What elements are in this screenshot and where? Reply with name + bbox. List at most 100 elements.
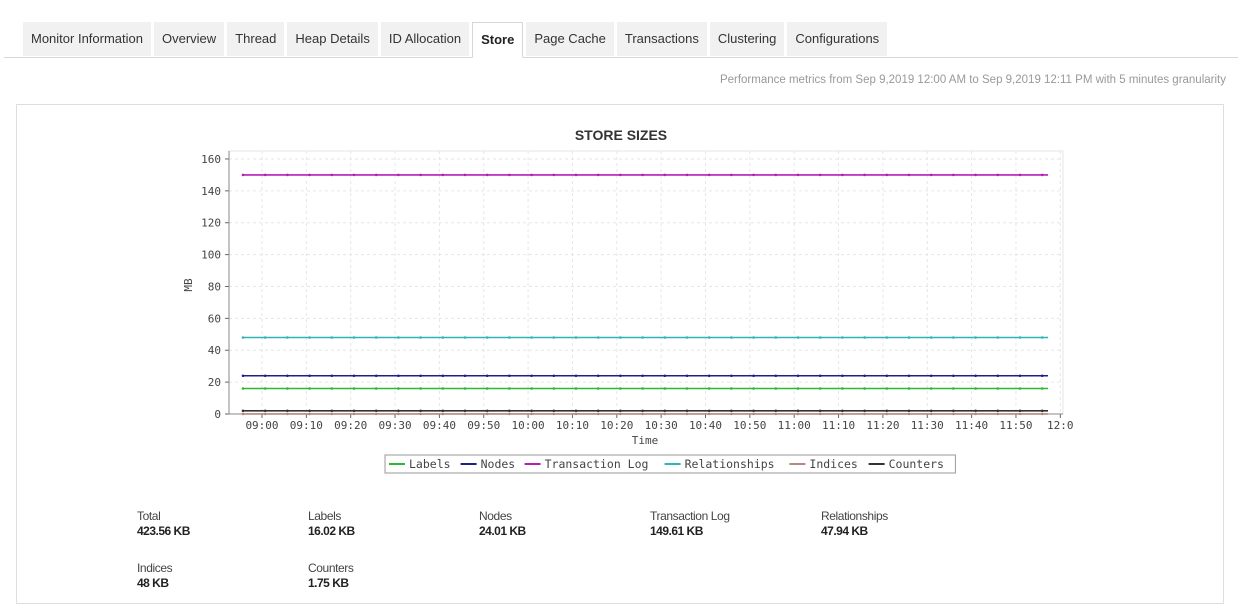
series-point [685, 409, 689, 413]
series-point [352, 412, 356, 416]
stat-label: Nodes [479, 509, 512, 523]
stat-label: Transaction Log [650, 509, 730, 523]
tab-list: Monitor Information Overview Thread Heap… [23, 22, 890, 58]
stat-value: 1.75 KB [308, 576, 349, 590]
series-point [752, 409, 755, 413]
series-point [419, 173, 422, 177]
chart-legend: Labels Nodes Transaction Log Relationships I… [384, 454, 956, 474]
series-point [419, 412, 422, 416]
series-point [707, 336, 711, 339]
series-point [286, 336, 289, 339]
series-point [463, 409, 467, 413]
legend-label: Counters [889, 457, 944, 471]
series-point [952, 336, 955, 339]
series-point [841, 374, 844, 378]
series-point [996, 336, 1000, 339]
series-point [596, 336, 600, 339]
x-tick-label: 09:00 [245, 419, 278, 432]
series-point [863, 336, 866, 339]
series-point [863, 409, 866, 413]
chart-series [241, 173, 1048, 416]
tab-monitor-information[interactable]: Monitor Information [23, 22, 151, 56]
series-point [508, 173, 511, 177]
stat-label: Indices [137, 561, 173, 575]
stat-transaction-log: Transaction Log 149.61 KB [650, 509, 820, 538]
series-point [707, 409, 711, 413]
series-point [841, 173, 844, 177]
series-point [485, 387, 489, 390]
series-point [974, 173, 977, 177]
tab-clustering[interactable]: Clustering [709, 22, 785, 56]
series-point [907, 173, 911, 177]
series-point [1040, 336, 1044, 339]
series-point [818, 336, 822, 339]
series-point [1018, 409, 1022, 413]
series-point [596, 412, 600, 416]
x-tick-label: 11:00 [778, 419, 811, 432]
tab-page-cache[interactable]: Page Cache [526, 22, 614, 56]
series-point [241, 374, 245, 378]
series-point [508, 336, 511, 339]
series-point [841, 387, 844, 390]
series-point [774, 412, 778, 416]
stat-value: 16.02 KB [308, 524, 355, 538]
x-tick-label: 09:40 [423, 419, 456, 432]
series-point [330, 387, 334, 390]
x-tick-label: 09:10 [290, 419, 323, 432]
series-point [752, 412, 755, 416]
series-point [419, 409, 422, 413]
series-point [374, 336, 378, 339]
series-point [730, 409, 733, 413]
series-point [885, 412, 889, 416]
series-point [263, 409, 267, 413]
y-tick-label: 140 [201, 185, 221, 198]
stat-labels: Labels 16.02 KB [308, 509, 478, 538]
series-point [619, 173, 622, 177]
series-point [974, 387, 977, 390]
tab-id-allocation[interactable]: ID Allocation [380, 22, 470, 56]
series-point [330, 374, 334, 378]
y-tick-label: 20 [208, 376, 221, 389]
series-point [885, 374, 889, 378]
tab-thread[interactable]: Thread [227, 22, 285, 56]
stat-nodes: Nodes 24.01 KB [479, 509, 649, 538]
series-point [330, 336, 334, 339]
series-point [841, 409, 844, 413]
tab-store[interactable]: Store [472, 22, 524, 58]
series-point [774, 374, 778, 378]
tab-configurations[interactable]: Configurations [787, 22, 888, 56]
chart-svg: STORE SIZES 0 20 40 60 80 100 120 140 160 09:00 09… [182, 127, 1074, 474]
tab-transactions[interactable]: Transactions [616, 22, 707, 56]
series-point [308, 387, 311, 390]
series-point [996, 387, 1000, 390]
series-point [774, 173, 778, 177]
series-point [685, 387, 689, 390]
series-point [974, 374, 977, 378]
series-point [907, 336, 911, 339]
series-point [352, 387, 356, 390]
y-tick-label: 60 [208, 312, 221, 325]
series-point [752, 173, 755, 177]
series-point [441, 409, 445, 413]
stat-label: Relationships [821, 509, 888, 523]
series-point [663, 336, 667, 339]
series-point [286, 409, 289, 413]
stat-total: Total 423.56 KB [137, 509, 307, 538]
tab-overview[interactable]: Overview [154, 22, 225, 56]
series-point [996, 409, 1000, 413]
x-tick-label: 11:30 [911, 419, 944, 432]
series-point [929, 173, 933, 177]
legend-label: Labels [409, 457, 451, 471]
tab-heap-details[interactable]: Heap Details [287, 22, 378, 56]
series-point [974, 412, 977, 416]
metrics-range-text: Performance metrics from Sep 9,2019 12:0… [719, 74, 1226, 86]
series-point [841, 336, 844, 339]
series-point [818, 374, 822, 378]
series-point [352, 336, 356, 339]
series-point [1040, 409, 1044, 413]
series-point [352, 409, 356, 413]
series-point [552, 173, 556, 177]
series-point [485, 412, 489, 416]
series-point [308, 409, 311, 413]
series-point [774, 409, 778, 413]
